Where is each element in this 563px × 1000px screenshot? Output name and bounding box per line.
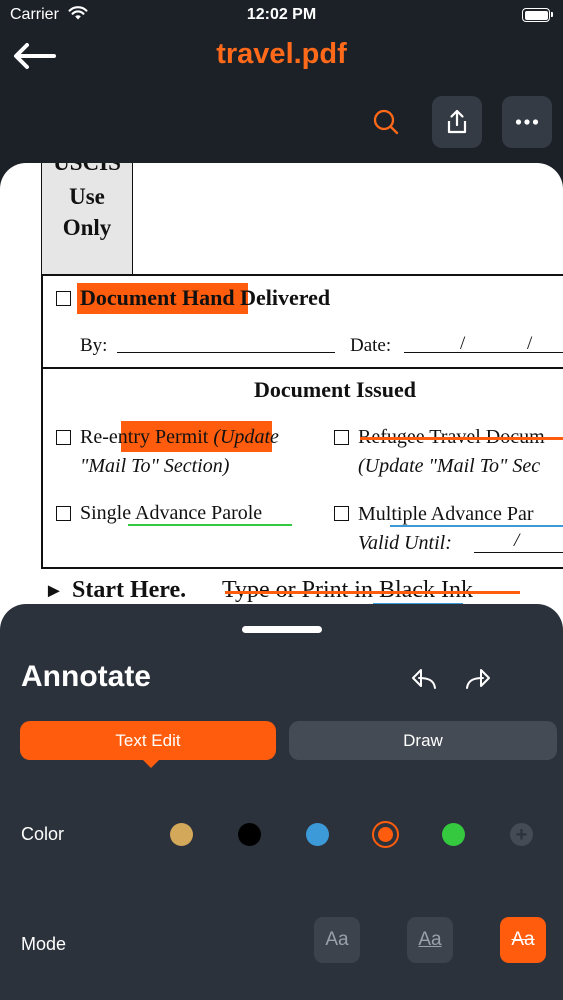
- color-swatch-green[interactable]: [442, 823, 465, 846]
- multiple-parole-checkbox[interactable]: [334, 506, 349, 521]
- start-here-label: Start Here.: [72, 577, 187, 603]
- clock-time: 12:02 PM: [246, 6, 317, 23]
- only-label: Only: [62, 215, 112, 240]
- tab-draw-label: Draw: [403, 730, 443, 750]
- more-options-button[interactable]: [502, 96, 552, 148]
- tab-text-edit[interactable]: Text Edit: [20, 721, 276, 768]
- divider-line: [41, 567, 563, 569]
- underline-annotation[interactable]: [128, 524, 292, 526]
- selected-tab-pointer: [142, 759, 160, 768]
- date-slash: /: [527, 333, 533, 354]
- reentry-permit-checkbox[interactable]: [56, 430, 71, 445]
- document-title: travel.pdf: [216, 38, 347, 70]
- valid-until-underline: [474, 552, 563, 554]
- annotate-title: Annotate: [21, 660, 151, 693]
- uscis-label: USCIS: [41, 163, 133, 176]
- underline-annotation[interactable]: [390, 525, 563, 527]
- by-label: By:: [80, 335, 108, 356]
- date-slash: /: [460, 333, 466, 354]
- form-left-border: [41, 274, 43, 569]
- reentry-permit-note: "Mail To" Section): [80, 455, 230, 477]
- mode-underline-label: Aa: [418, 929, 442, 950]
- tab-draw[interactable]: Draw: [289, 721, 557, 760]
- redo-icon: [466, 669, 490, 689]
- mode-highlight-button[interactable]: Aa: [314, 917, 360, 963]
- refugee-travel-checkbox[interactable]: [334, 430, 349, 445]
- single-parole-label: Single Advance Parole: [80, 502, 263, 524]
- strikethrough-annotation[interactable]: [360, 437, 563, 440]
- divider-line: [41, 367, 563, 369]
- color-swatch-black[interactable]: [238, 823, 261, 846]
- ellipsis-icon: [515, 119, 539, 125]
- color-swatch-orange-selected[interactable]: [372, 821, 399, 848]
- date-label: Date:: [350, 335, 392, 356]
- refugee-travel-note: (Update "Mail To" Sec: [358, 455, 541, 477]
- multiple-parole-label: Multiple Advance Par: [358, 503, 534, 525]
- search-icon: [373, 109, 399, 135]
- annotate-panel: Annotate Text Edit Draw Color + Mode Aa …: [0, 604, 563, 1000]
- share-button[interactable]: [432, 96, 482, 148]
- mode-highlight-label: Aa: [325, 929, 349, 950]
- undo-icon: [412, 669, 436, 689]
- date-slash: /: [514, 530, 520, 551]
- date-underline: [404, 352, 563, 354]
- use-label: Use: [69, 184, 105, 209]
- hand-delivered-label: Document Hand Delivered: [80, 285, 331, 310]
- sheet-grabber-handle[interactable]: [242, 626, 322, 633]
- divider-line: [41, 274, 563, 276]
- single-parole-checkbox[interactable]: [56, 506, 71, 521]
- status-bar: Carrier 12:02 PM: [0, 0, 563, 32]
- undo-button[interactable]: [404, 662, 444, 696]
- search-button[interactable]: [364, 100, 408, 144]
- mode-strikethrough-button[interactable]: Aa: [500, 917, 546, 963]
- valid-until-label: Valid Until:: [358, 532, 452, 554]
- document-issued-heading: Document Issued: [254, 377, 416, 402]
- pdf-page-view[interactable]: USCIS Use Only Document Hand Delivered B…: [0, 163, 563, 633]
- by-underline: [117, 352, 335, 354]
- add-color-button[interactable]: +: [510, 823, 533, 846]
- hand-delivered-checkbox[interactable]: [56, 291, 71, 306]
- reentry-permit-label: Re-entry Permit (Update: [80, 426, 279, 448]
- mode-underline-button[interactable]: Aa: [407, 917, 453, 963]
- arrow-right-icon: ►: [44, 580, 64, 602]
- battery-icon: [522, 8, 553, 22]
- mode-strikethrough-label: Aa: [511, 929, 535, 950]
- share-icon: [447, 109, 467, 134]
- color-swatch-blue[interactable]: [306, 823, 329, 846]
- redo-button[interactable]: [458, 662, 498, 696]
- color-swatch-gold[interactable]: [170, 823, 193, 846]
- tab-text-edit-label: Text Edit: [115, 730, 181, 750]
- strikethrough-annotation[interactable]: [225, 591, 520, 594]
- mode-label: Mode: [21, 934, 67, 954]
- color-label: Color: [21, 824, 65, 844]
